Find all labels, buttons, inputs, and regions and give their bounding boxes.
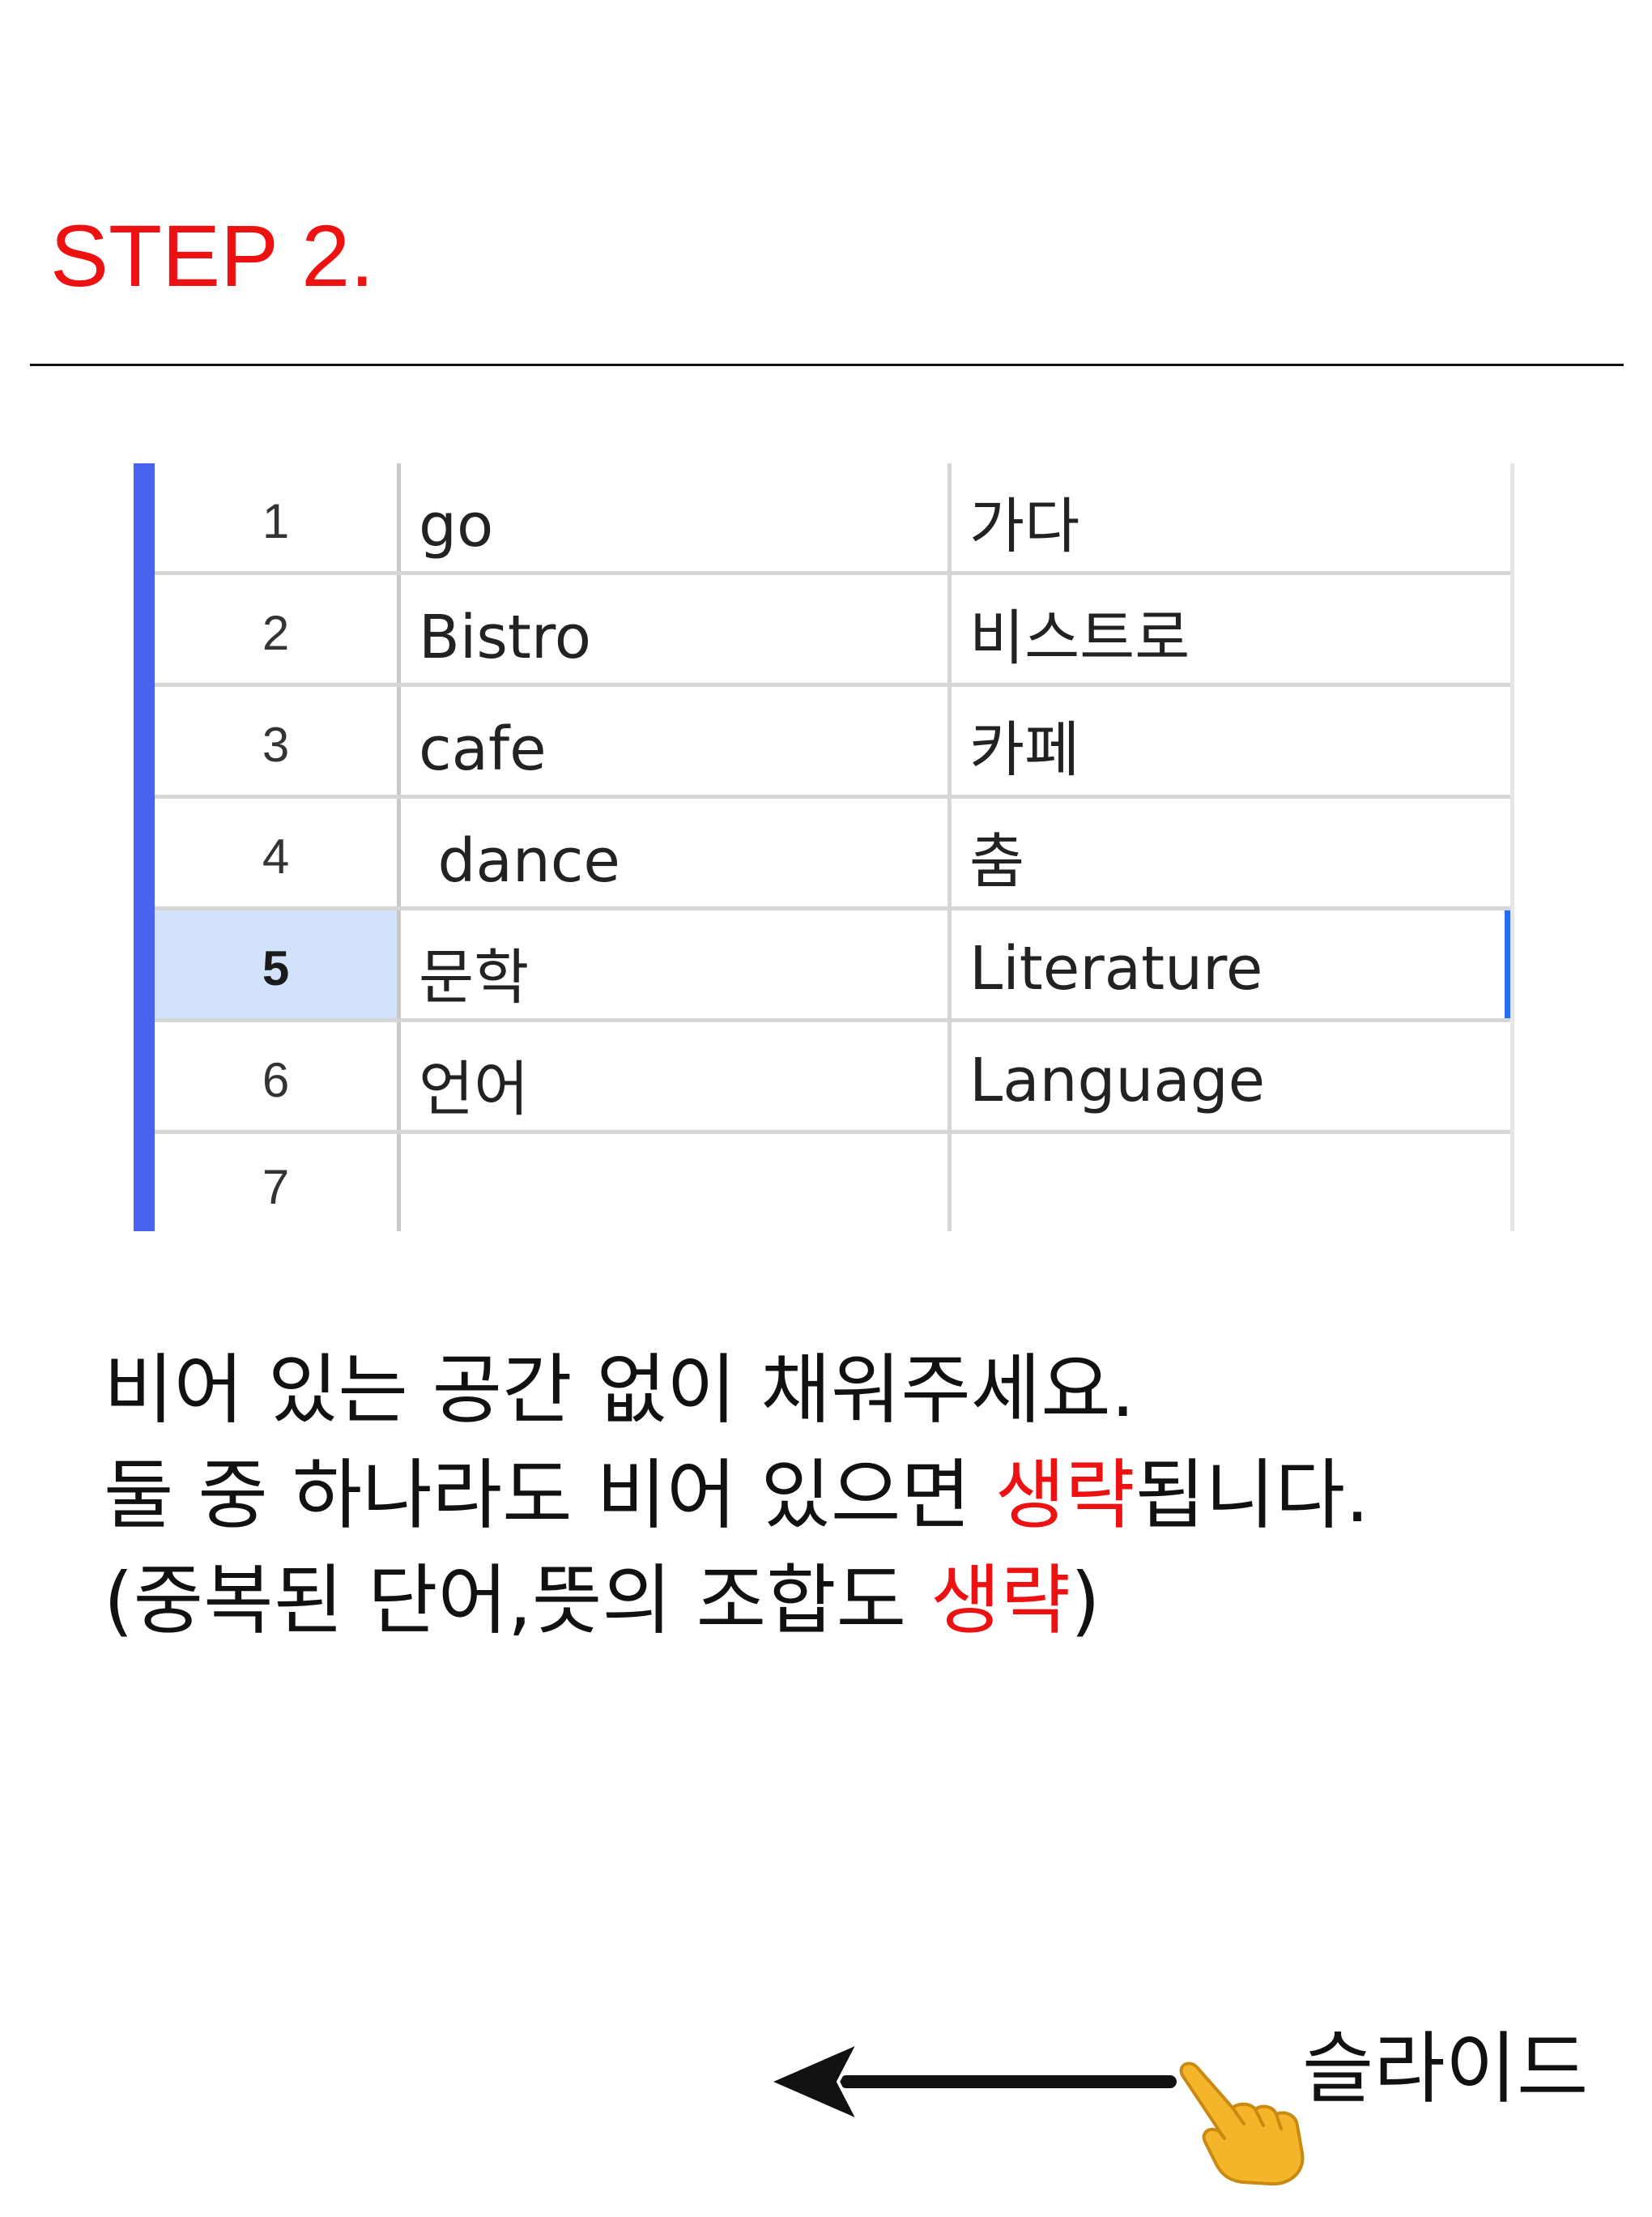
meaning-cell[interactable]	[952, 1134, 1514, 1231]
slide-label: 슬라이드	[1302, 2023, 1589, 2114]
row-number: 7	[155, 1134, 401, 1231]
left-arrow-icon	[768, 2041, 1177, 2122]
word-cell[interactable]: 언어	[401, 1022, 952, 1130]
instruction-line-2-text: 둘 중 하나라도 비어 있으면	[104, 1452, 995, 1540]
instructions-text: 비어 있는 공간 없이 채워주세요. 둘 중 하나라도 비어 있으면 생략됩니다…	[104, 1338, 1369, 1654]
row-number: 2	[155, 575, 401, 683]
instruction-line-3-end: )	[1070, 1557, 1101, 1645]
meaning-cell[interactable]: Literature	[952, 910, 1514, 1018]
meaning-cell[interactable]: 춤	[952, 799, 1514, 906]
word-cell[interactable]: cafe	[401, 687, 952, 795]
table-row: 2 Bistro 비스트로	[155, 575, 1514, 687]
table-row: 3 cafe 카페	[155, 687, 1514, 799]
row-number: 6	[155, 1022, 401, 1130]
word-cell[interactable]: go	[401, 463, 952, 571]
table-row: 1 go 가다	[155, 463, 1514, 575]
row-number: 1	[155, 463, 401, 571]
vocabulary-table: 1 go 가다 2 Bistro 비스트로 3 cafe 카페 4 dance …	[155, 463, 1514, 1231]
sheet-right-gridline	[1510, 463, 1514, 1231]
spreadsheet-screenshot: 1 go 가다 2 Bistro 비스트로 3 cafe 카페 4 dance …	[134, 463, 1514, 1231]
row-number: 3	[155, 687, 401, 795]
title-divider	[30, 364, 1624, 366]
omit-highlight: 생략	[930, 1557, 1071, 1645]
step-title: STEP 2.	[50, 207, 375, 305]
instruction-line-2: 둘 중 하나라도 비어 있으면 생략됩니다.	[104, 1443, 1369, 1549]
word-cell[interactable]: Bistro	[401, 575, 952, 683]
instruction-line-1: 비어 있는 공간 없이 채워주세요.	[104, 1346, 1135, 1435]
instruction-line-3-text: (중복된 단어,뜻의 조합도	[104, 1557, 930, 1645]
meaning-cell[interactable]: 가다	[952, 463, 1514, 571]
meaning-cell[interactable]: 카페	[952, 687, 1514, 795]
omit-highlight: 생략	[994, 1452, 1135, 1540]
meaning-cell[interactable]: Language	[952, 1022, 1514, 1130]
word-cell[interactable]: dance	[401, 799, 952, 906]
instruction-line-3: (중복된 단어,뜻의 조합도 생략)	[104, 1549, 1369, 1654]
row-number: 5	[155, 910, 401, 1018]
instruction-line-2-end: 됩니다.	[1135, 1452, 1369, 1540]
pointing-hand-icon	[1179, 2061, 1305, 2186]
word-cell[interactable]: 문학	[401, 910, 952, 1018]
table-row: 4 dance 춤	[155, 799, 1514, 910]
table-row-selected: 5 문학 Literature	[155, 910, 1514, 1022]
table-row: 6 언어 Language	[155, 1022, 1514, 1134]
slide-hint[interactable]: 슬라이드	[761, 2009, 1620, 2186]
row-number: 4	[155, 799, 401, 906]
sheet-left-accent-bar	[134, 463, 155, 1231]
meaning-cell[interactable]: 비스트로	[952, 575, 1514, 683]
table-row: 7	[155, 1134, 1514, 1231]
word-cell[interactable]	[401, 1134, 952, 1231]
